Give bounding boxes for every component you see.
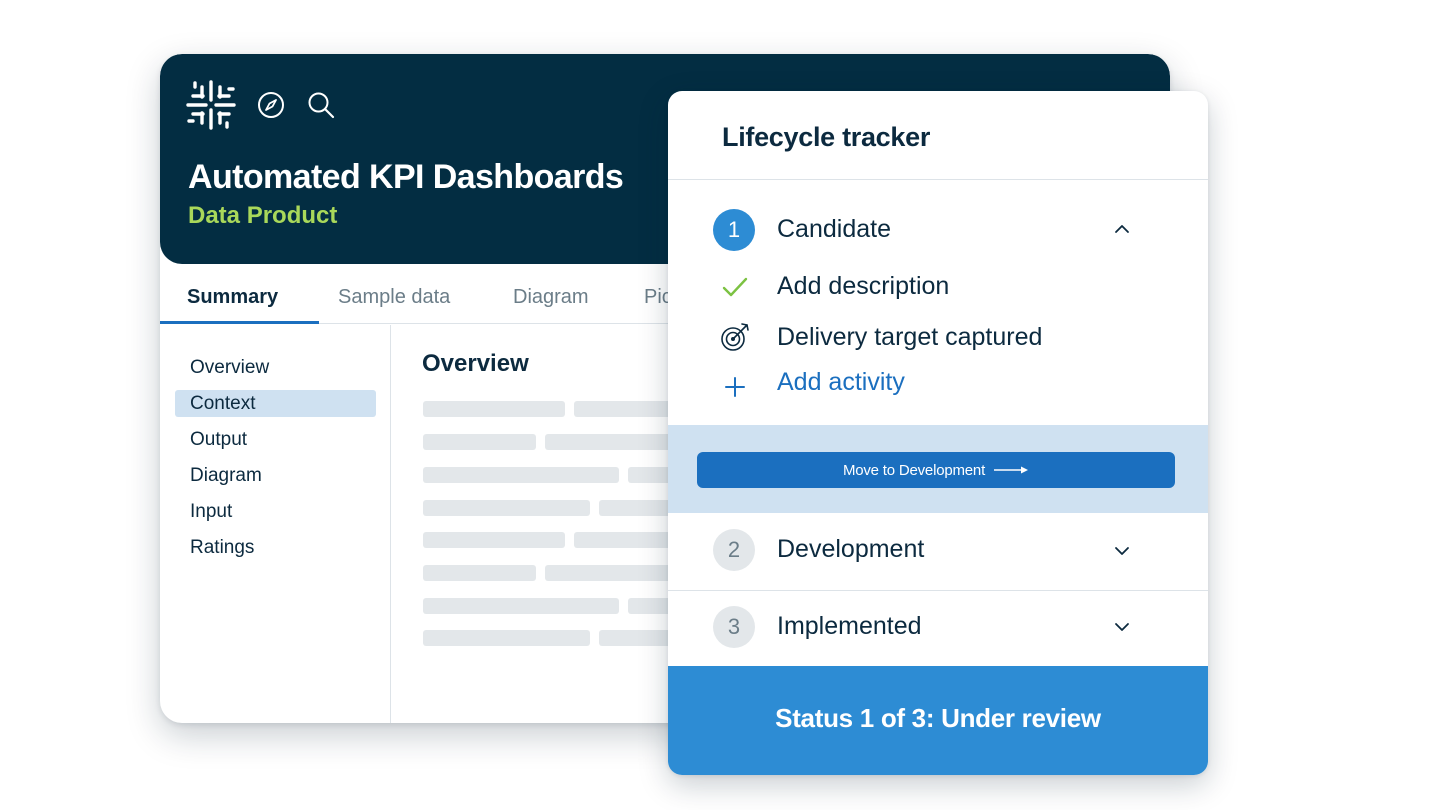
divider bbox=[668, 590, 1208, 591]
logo-icon[interactable] bbox=[184, 78, 238, 132]
sidebar-item-output[interactable]: Output bbox=[175, 426, 376, 453]
chevron-up-icon[interactable] bbox=[1112, 219, 1132, 239]
task-delivery-target: Delivery target captured bbox=[777, 323, 1043, 351]
check-icon bbox=[722, 277, 748, 297]
content-title: Overview bbox=[422, 350, 529, 377]
add-activity-link[interactable]: Add activity bbox=[777, 368, 905, 397]
skeleton-line bbox=[423, 467, 619, 483]
sidebar: Overview Context Output Diagram Input Ra… bbox=[160, 325, 391, 723]
divider bbox=[668, 179, 1208, 180]
status-banner: Status 1 of 3: Under review bbox=[668, 666, 1208, 775]
plus-icon[interactable] bbox=[719, 371, 751, 403]
skeleton-line bbox=[423, 630, 590, 646]
chevron-down-icon[interactable] bbox=[1112, 541, 1132, 561]
sidebar-item-ratings[interactable]: Ratings bbox=[175, 534, 376, 561]
skeleton-line bbox=[423, 401, 565, 417]
arrow-right-icon bbox=[994, 466, 1029, 474]
compass-icon[interactable] bbox=[256, 90, 286, 120]
page-subtitle: Data Product bbox=[188, 202, 338, 229]
sidebar-item-overview[interactable]: Overview bbox=[175, 354, 376, 381]
tracker-title: Lifecycle tracker bbox=[722, 122, 931, 152]
skeleton-line bbox=[423, 434, 536, 450]
sidebar-item-input[interactable]: Input bbox=[175, 498, 376, 525]
step-label-development[interactable]: Development bbox=[777, 535, 924, 564]
chevron-down-icon[interactable] bbox=[1112, 617, 1132, 637]
step-number-badge: 3 bbox=[713, 606, 755, 648]
step-number-badge: 1 bbox=[713, 209, 755, 251]
lifecycle-tracker-panel: Lifecycle tracker 1 Candidate Add descri… bbox=[668, 91, 1208, 775]
sidebar-item-diagram[interactable]: Diagram bbox=[175, 462, 376, 489]
move-to-development-button[interactable]: Move to Development bbox=[697, 452, 1175, 488]
task-add-description: Add description bbox=[777, 272, 950, 300]
move-action-band: Move to Development bbox=[668, 425, 1208, 513]
skeleton-line bbox=[423, 598, 619, 614]
tab-sample-data[interactable]: Sample data bbox=[338, 286, 450, 309]
step-number-badge: 2 bbox=[713, 529, 755, 571]
tab-summary[interactable]: Summary bbox=[187, 286, 278, 309]
active-tab-underline bbox=[160, 321, 319, 324]
tab-diagram[interactable]: Diagram bbox=[513, 286, 589, 309]
page-title: Automated KPI Dashboards bbox=[188, 158, 624, 196]
skeleton-line bbox=[423, 565, 536, 581]
skeleton-line bbox=[423, 500, 590, 516]
step-label-implemented[interactable]: Implemented bbox=[777, 612, 922, 641]
skeleton-line bbox=[423, 532, 565, 548]
target-icon bbox=[721, 323, 749, 351]
sidebar-item-context[interactable]: Context bbox=[175, 390, 376, 417]
step-label-candidate[interactable]: Candidate bbox=[777, 215, 891, 244]
search-icon[interactable] bbox=[306, 90, 336, 120]
header-icon-bar bbox=[184, 78, 336, 132]
move-button-label: Move to Development bbox=[842, 461, 986, 479]
